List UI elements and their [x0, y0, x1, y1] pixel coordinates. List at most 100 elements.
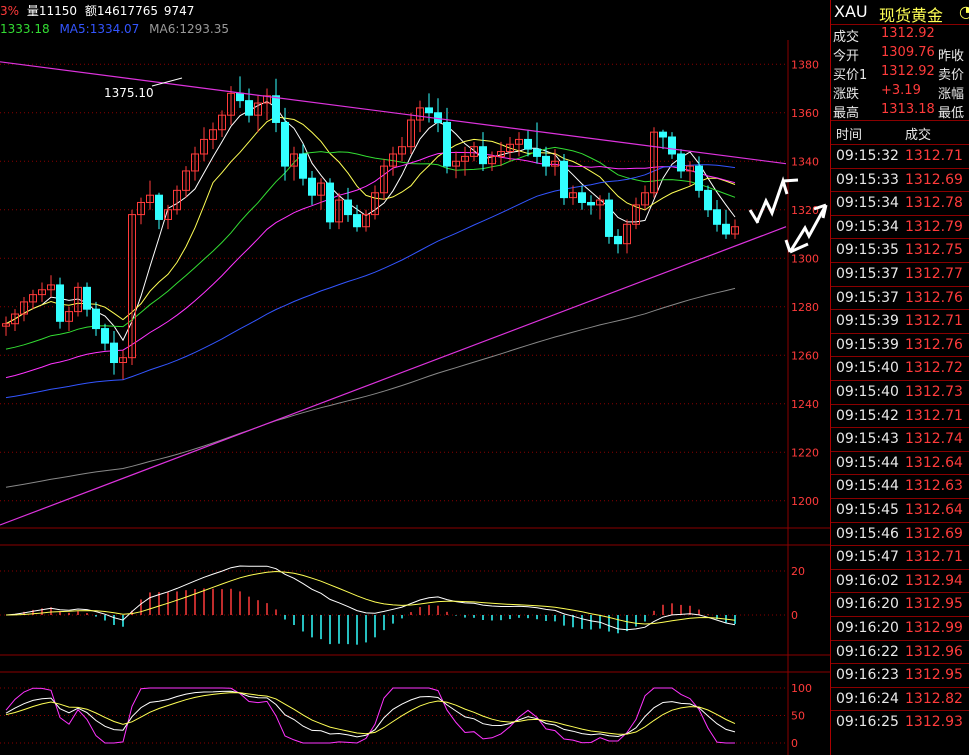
tick-time: 09:15:47: [836, 549, 899, 566]
tick-time: 09:16:25: [836, 714, 899, 731]
candle-body: [326, 182, 334, 223]
candle-body: [713, 209, 721, 225]
tick-price: 1312.93: [905, 714, 963, 731]
tick-price: 1312.95: [905, 596, 963, 613]
tick-price: 1312.77: [905, 266, 963, 282]
candle-body: [299, 153, 307, 179]
candle-body: [659, 131, 667, 138]
quote-value: +3.19: [881, 83, 921, 98]
kdj-axis-label: 0: [791, 737, 798, 750]
status-icon: ◔: [959, 2, 969, 21]
tick-time: 09:16:02: [836, 572, 899, 589]
tick-time: 09:15:39: [836, 336, 899, 353]
candle-body: [92, 308, 100, 330]
ticks-header-price: 成交: [905, 128, 932, 143]
candle-body: [425, 107, 433, 114]
tick-row: 09:15:46 1312.69: [831, 521, 969, 546]
ma-info-bar: 1333.18 MA5:1334.07 MA6:1293.35: [0, 22, 229, 36]
amount-label: 额14617765: [84, 4, 158, 18]
quote-row: 买价1 1312.92 卖价: [831, 64, 969, 83]
tick-row: 09:16:25 1312.93: [831, 710, 969, 734]
price-axis-label: 1220: [791, 446, 819, 459]
tick-time: 09:15:40: [836, 384, 899, 400]
tick-price: 1312.71: [905, 148, 963, 164]
quote-value: 1312.92: [881, 26, 935, 41]
quote-value: 1312.92: [881, 64, 935, 79]
tick-price: 1312.94: [905, 572, 963, 589]
tick-row: 09:16:24 1312.82: [831, 686, 969, 711]
tick-row: 09:15:40 1312.73: [831, 380, 969, 404]
change-fragment: 3%: [0, 4, 20, 18]
tick-price: 1312.74: [905, 431, 963, 448]
ticks-header: 时间 成交: [831, 124, 969, 143]
tick-time: 09:15:42: [836, 407, 899, 424]
tick-time: 09:15:33: [836, 171, 899, 188]
price-axis-label: 1200: [791, 495, 819, 508]
tick-time: 09:15:45: [836, 502, 899, 518]
kdj-j-line: [5, 687, 735, 744]
tick-price: 1312.69: [905, 525, 963, 542]
tick-price: 1312.76: [905, 336, 963, 353]
candle-body: [587, 201, 595, 206]
macd-diff-line: [5, 565, 736, 631]
tick-time: 09:15:37: [836, 266, 899, 282]
tick-row: 09:16:23 1312.95: [831, 663, 969, 687]
tick-row: 09:15:44 1312.64: [831, 450, 969, 475]
price-axis-label: 1340: [791, 155, 819, 168]
price-axis-label: 1300: [791, 252, 819, 265]
candle-body: [101, 328, 109, 344]
tick-row: 09:15:37 1312.77: [831, 262, 969, 286]
candle-body: [434, 112, 442, 123]
quote-row: 最高 1313.18 最低: [831, 102, 969, 121]
price-axis-label: 1260: [791, 349, 819, 362]
tick-price: 1312.71: [905, 549, 963, 566]
candle-body: [353, 214, 361, 228]
candle-body: [155, 194, 163, 220]
candle-body: [272, 95, 280, 123]
tick-row: 09:15:32 1312.71: [831, 144, 969, 168]
quote-label: 今开: [833, 49, 860, 64]
candle-body: [245, 100, 253, 116]
tick-row: 09:15:42 1312.71: [831, 403, 969, 428]
ma5-value: MA5:1334.07: [59, 22, 140, 36]
extra-label: 9747: [163, 4, 195, 18]
tick-price: 1312.96: [905, 643, 963, 660]
quote-label-secondary: 卖价: [938, 68, 965, 83]
candle-body: [83, 286, 91, 310]
candle-body: [281, 121, 289, 167]
tick-price: 1312.69: [905, 171, 963, 188]
candle-body: [677, 153, 685, 172]
quote-label: 最高: [833, 106, 860, 121]
tick-price: 1312.72: [905, 360, 963, 377]
tick-time: 09:15:40: [836, 360, 899, 377]
quote-value: 1309.76: [881, 45, 935, 60]
tick-row: 09:15:45 1312.64: [831, 498, 969, 522]
tick-row: 09:16:20 1312.95: [831, 592, 969, 616]
candle-body: [542, 155, 550, 167]
tick-price: 1312.63: [905, 478, 963, 495]
tick-row: 09:15:39 1312.76: [831, 332, 969, 357]
tick-row: 09:15:33 1312.69: [831, 167, 969, 192]
price-axis-label: 1280: [791, 301, 819, 314]
tick-price: 1312.75: [905, 242, 963, 259]
candle-body: [695, 165, 703, 191]
candle-body: [236, 92, 244, 102]
kline-chart-svg[interactable]: 1380136013401320130012801260124012201200…: [0, 0, 830, 755]
tick-row: 09:15:34 1312.78: [831, 191, 969, 215]
tick-row: 09:15:47 1312.71: [831, 545, 969, 569]
tick-price: 1312.76: [905, 289, 963, 306]
tick-time: 09:15:39: [836, 313, 899, 330]
quote-label-secondary: 最低: [938, 106, 965, 121]
tick-row: 09:15:39 1312.71: [831, 309, 969, 333]
price-axis-label: 1360: [791, 107, 819, 120]
quote-row: 涨跌 +3.19 涨幅: [831, 83, 969, 102]
tick-time: 09:15:32: [836, 148, 899, 164]
candle-body: [560, 160, 568, 199]
quote-value: 1313.18: [881, 102, 935, 117]
ticks-header-time: 时间: [836, 128, 863, 143]
ma6-value: MA6:1293.35: [149, 22, 230, 36]
tick-time: 09:15:34: [836, 218, 899, 235]
candle-body: [605, 199, 613, 237]
tick-row: 09:15:35 1312.75: [831, 238, 969, 262]
kline-chart-area[interactable]: 1380 1360 1340 1320 1300 1280 1260 1240 1220 1200…: [0, 0, 830, 755]
